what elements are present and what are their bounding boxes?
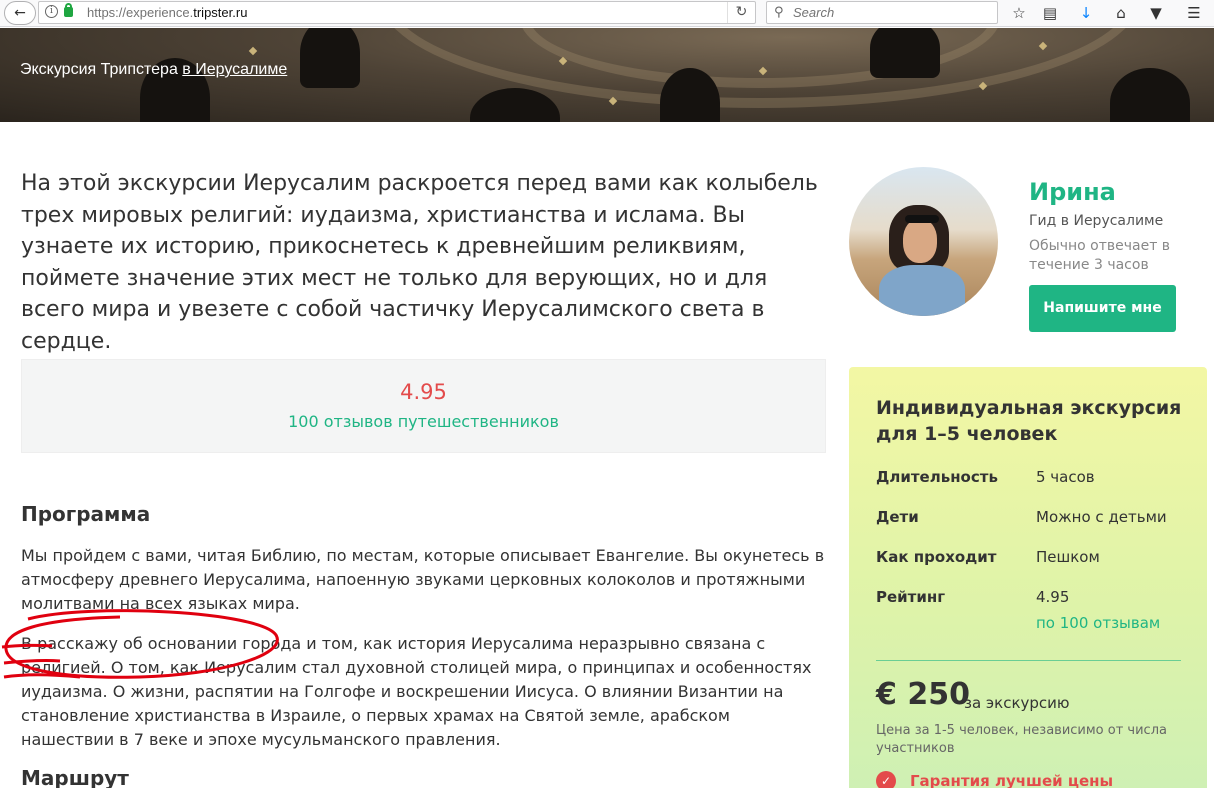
- home-icon[interactable]: ⌂: [1110, 2, 1132, 24]
- rating-summary: 4.95 100 отзывов путешественников: [21, 359, 826, 453]
- program-paragraph-1: Мы пройдем с вами, читая Библию, по мест…: [21, 546, 825, 613]
- reload-icon[interactable]: ↻: [727, 2, 755, 23]
- program-heading: Программа: [21, 502, 151, 526]
- write-me-button[interactable]: Напишите мне: [1029, 285, 1176, 332]
- children-label: Дети: [876, 508, 919, 526]
- duration-value: 5 часов: [1036, 468, 1095, 486]
- browser-toolbar: ← i https://experience.tripster.ru ↻ ⚲ S…: [0, 0, 1214, 27]
- reading-list-icon[interactable]: ▤: [1039, 2, 1061, 24]
- star-icon[interactable]: ☆: [1008, 2, 1030, 24]
- download-icon[interactable]: ↓: [1075, 2, 1097, 24]
- price-note: Цена за 1-5 человек, независимо от числа…: [876, 723, 1167, 756]
- guide-subtitle: Гид в Иерусалиме: [1029, 213, 1164, 229]
- best-price-guarantee[interactable]: Гарантия лучшей цены: [910, 772, 1113, 788]
- badge-icon: ✓: [876, 771, 896, 788]
- city-link[interactable]: в Иерусалиме: [182, 61, 287, 78]
- search-placeholder: Search: [793, 5, 835, 20]
- route-heading: Маршрут: [21, 766, 129, 788]
- back-icon[interactable]: ←: [4, 1, 36, 25]
- hero-banner: Экскурсия Трипстера в Иерусалиме: [0, 28, 1214, 122]
- rating-reviews-link[interactable]: по 100 отзывам: [1036, 614, 1160, 632]
- guide-name[interactable]: Ирина: [1029, 178, 1116, 206]
- search-input[interactable]: ⚲ Search: [766, 1, 998, 24]
- intro-text: На этой экскурсии Иерусалим раскроется п…: [21, 171, 818, 354]
- rating-value: 4.95: [1036, 588, 1070, 606]
- rating-score: 4.95: [400, 380, 447, 404]
- hero-title: Экскурсия Трипстера в Иерусалиме: [20, 61, 287, 79]
- rating-label: Рейтинг: [876, 588, 946, 606]
- booking-title: Индивидуальная экскурсия для 1–5 человек: [876, 397, 1182, 445]
- pocket-icon[interactable]: ▼: [1145, 2, 1167, 24]
- duration-label: Длительность: [876, 468, 998, 486]
- url-text[interactable]: https://experience.tripster.ru: [87, 5, 247, 20]
- card-divider: [876, 660, 1181, 661]
- format-value: Пешком: [1036, 548, 1100, 566]
- price-unit: за экскурсию: [964, 694, 1070, 712]
- url-bar[interactable]: i https://experience.tripster.ru ↻: [38, 1, 756, 24]
- info-icon[interactable]: i: [45, 5, 58, 18]
- price: € 250: [876, 677, 970, 712]
- children-value: Можно с детьми: [1036, 508, 1167, 526]
- hero-title-prefix: Экскурсия Трипстера: [20, 61, 183, 78]
- guide-response-time: Обычно отвечает в течение 3 часов: [1029, 238, 1171, 273]
- guide-avatar[interactable]: [849, 167, 998, 316]
- lock-icon[interactable]: [64, 3, 73, 17]
- booking-card: Индивидуальная экскурсия для 1–5 человек…: [849, 367, 1207, 788]
- reviews-link[interactable]: 100 отзывов путешественников: [22, 412, 825, 431]
- program-paragraph-2: В расскажу об основании города и том, ка…: [21, 634, 812, 749]
- menu-icon[interactable]: ☰: [1183, 2, 1205, 24]
- format-label: Как проходит: [876, 548, 997, 566]
- search-icon: ⚲: [774, 5, 784, 20]
